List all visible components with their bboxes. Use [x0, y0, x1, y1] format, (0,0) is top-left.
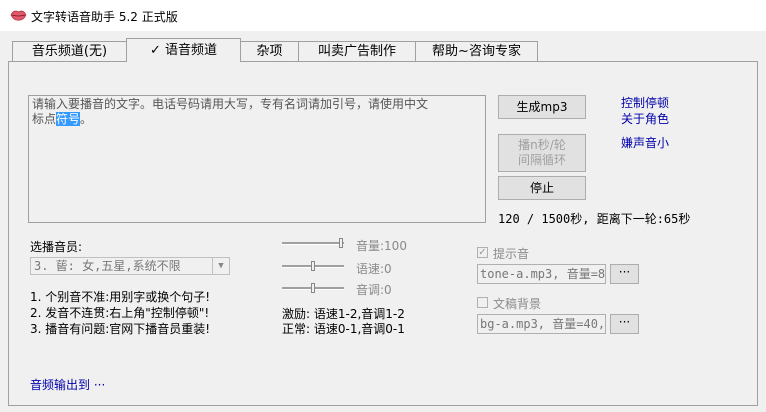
background-browse-button[interactable]: ··· [610, 314, 639, 334]
audio-output-link[interactable]: 音频输出到 ··· [30, 376, 105, 393]
tab-misc[interactable]: 杂项 [240, 41, 299, 61]
background-field[interactable]: bg-a.mp3, 音量=40, [477, 314, 606, 334]
about-role-link[interactable]: 关于角色 [621, 110, 669, 127]
tip-1: 1. 个别音不准:用别字或换个句子! [30, 290, 211, 304]
volume-low-link[interactable]: 嫌声音小 [621, 134, 669, 151]
lips-icon [10, 10, 27, 21]
prompt-sound-browse-button[interactable]: ··· [610, 264, 639, 284]
progress-status: 120 / 1500秒, 距离下一轮:65秒 [498, 212, 691, 226]
tab-help[interactable]: 帮助~咨询专家 [415, 41, 538, 61]
pitch-label: 音调:0 [356, 283, 392, 297]
tip-2: 2. 发音不连贯:右上角"控制停顿"! [30, 306, 210, 320]
volume-slider-track [282, 242, 344, 245]
stop-button[interactable]: 停止 [498, 176, 586, 200]
tab-voice-channel[interactable]: ✓ 语音频道 [126, 38, 241, 62]
text-selection: 符号 [56, 112, 81, 126]
window-title: 文字转语音助手 5.2 正式版 [31, 10, 178, 24]
background-label: 文稿背景 [493, 297, 542, 311]
tab-music-channel[interactable]: 音乐频道(无) [12, 41, 127, 61]
prompt-sound-field[interactable]: tone-a.mp3, 音量=8 [477, 264, 606, 284]
control-pause-link[interactable]: 控制停顿 [621, 94, 669, 111]
speech-text-input[interactable]: 请输入要播音的文字。电话号码请用大写，专有名词请加引号，请使用中文 标点符号。 [28, 95, 486, 223]
background-checkbox[interactable] [477, 297, 488, 308]
pitch-slider-thumb[interactable] [311, 283, 315, 293]
volume-slider-thumb[interactable] [339, 238, 343, 248]
voice-select[interactable]: 3. 蒈: 女,五星,系统不限 ▼ [30, 257, 230, 275]
generate-mp3-button[interactable]: 生成mp3 [498, 95, 586, 119]
prompt-sound-checkbox[interactable]: ✓ [477, 247, 488, 258]
chevron-down-icon[interactable]: ▼ [212, 258, 229, 274]
loop-play-button[interactable]: 播n秒/轮 间隔循环 [498, 134, 586, 172]
speed-label: 语速:0 [356, 262, 392, 276]
text-line-1: 请输入要播音的文字。电话号码请用大写，专有名词请加引号，请使用中文 [32, 97, 429, 111]
tab-ad-maker[interactable]: 叫卖广告制作 [298, 41, 416, 61]
preset-normal: 正常: 语速0-1,音调0-1 [282, 322, 405, 336]
text-line-2: 标点符号。 [32, 112, 93, 126]
speed-slider-thumb[interactable] [311, 261, 315, 271]
volume-label: 音量:100 [356, 239, 407, 253]
voice-label: 选播音员: [30, 240, 83, 254]
prompt-sound-label: 提示音 [493, 247, 530, 261]
tip-3: 3. 播音有问题:官网下播音员重装! [30, 322, 211, 336]
